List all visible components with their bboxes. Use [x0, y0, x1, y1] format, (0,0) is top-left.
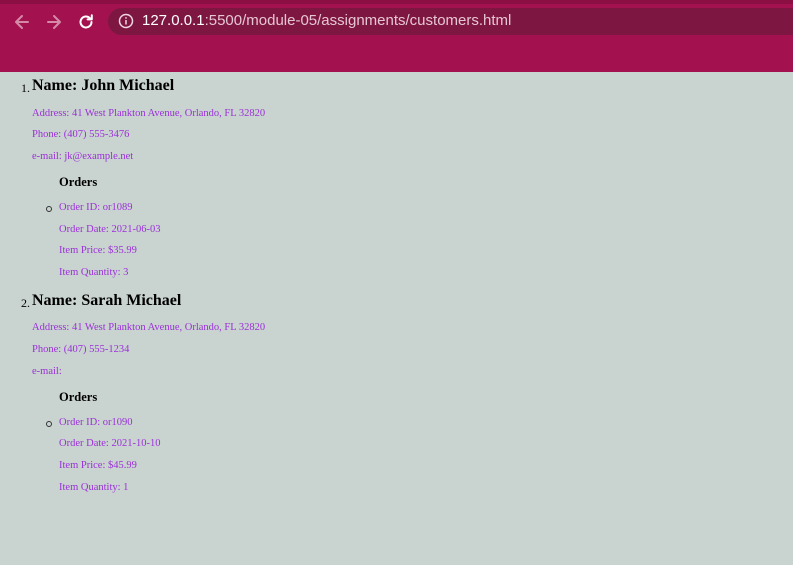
customer-address: Address: 41 West Plankton Avenue, Orland… — [32, 322, 266, 333]
customer-address: Address: 41 West Plankton Avenue, Orland… — [32, 108, 266, 119]
list-number: 2. — [21, 296, 30, 310]
reload-button[interactable] — [73, 9, 99, 35]
list-bullet — [46, 421, 52, 427]
order-date: Order Date: 2021-06-03 — [59, 224, 161, 235]
info-icon[interactable] — [118, 13, 134, 29]
tab-strip-edge — [0, 0, 793, 4]
list-number: 1. — [21, 81, 30, 95]
arrow-right-icon — [47, 15, 61, 29]
orders-heading: Orders — [59, 390, 98, 404]
customer-phone: Phone: (407) 555-3476 — [32, 129, 130, 140]
order-id: Order ID: or1089 — [59, 202, 133, 213]
url-text[interactable]: 127.0.0.1:5500/module-05/assignments/cus… — [142, 12, 511, 29]
arrow-left-icon — [15, 15, 29, 29]
url-path: :5500/module-05/assignments/customers.ht… — [204, 12, 512, 29]
orders-heading: Orders — [59, 175, 98, 189]
item-price: Item Price: $45.99 — [59, 460, 137, 471]
browser-toolbar: 127.0.0.1:5500/module-05/assignments/cus… — [0, 0, 793, 72]
customer-name: Name: John Michael — [32, 77, 175, 94]
customer-email: e-mail: — [32, 366, 62, 377]
url-host: 127.0.0.1 — [142, 12, 205, 29]
customer-phone: Phone: (407) 555-1234 — [32, 344, 130, 355]
item-quantity: Item Quantity: 3 — [59, 267, 129, 278]
order-date: Order Date: 2021-10-10 — [59, 438, 161, 449]
order-id: Order ID: or1090 — [59, 417, 133, 428]
back-button[interactable] — [9, 9, 35, 35]
list-bullet — [46, 206, 52, 212]
forward-button[interactable] — [41, 9, 67, 35]
item-quantity: Item Quantity: 1 — [59, 482, 129, 493]
customer-name: Name: Sarah Michael — [32, 292, 182, 309]
customer-email: e-mail: jk@example.net — [32, 151, 134, 162]
reload-icon — [79, 14, 93, 29]
item-price: Item Price: $35.99 — [59, 245, 137, 256]
